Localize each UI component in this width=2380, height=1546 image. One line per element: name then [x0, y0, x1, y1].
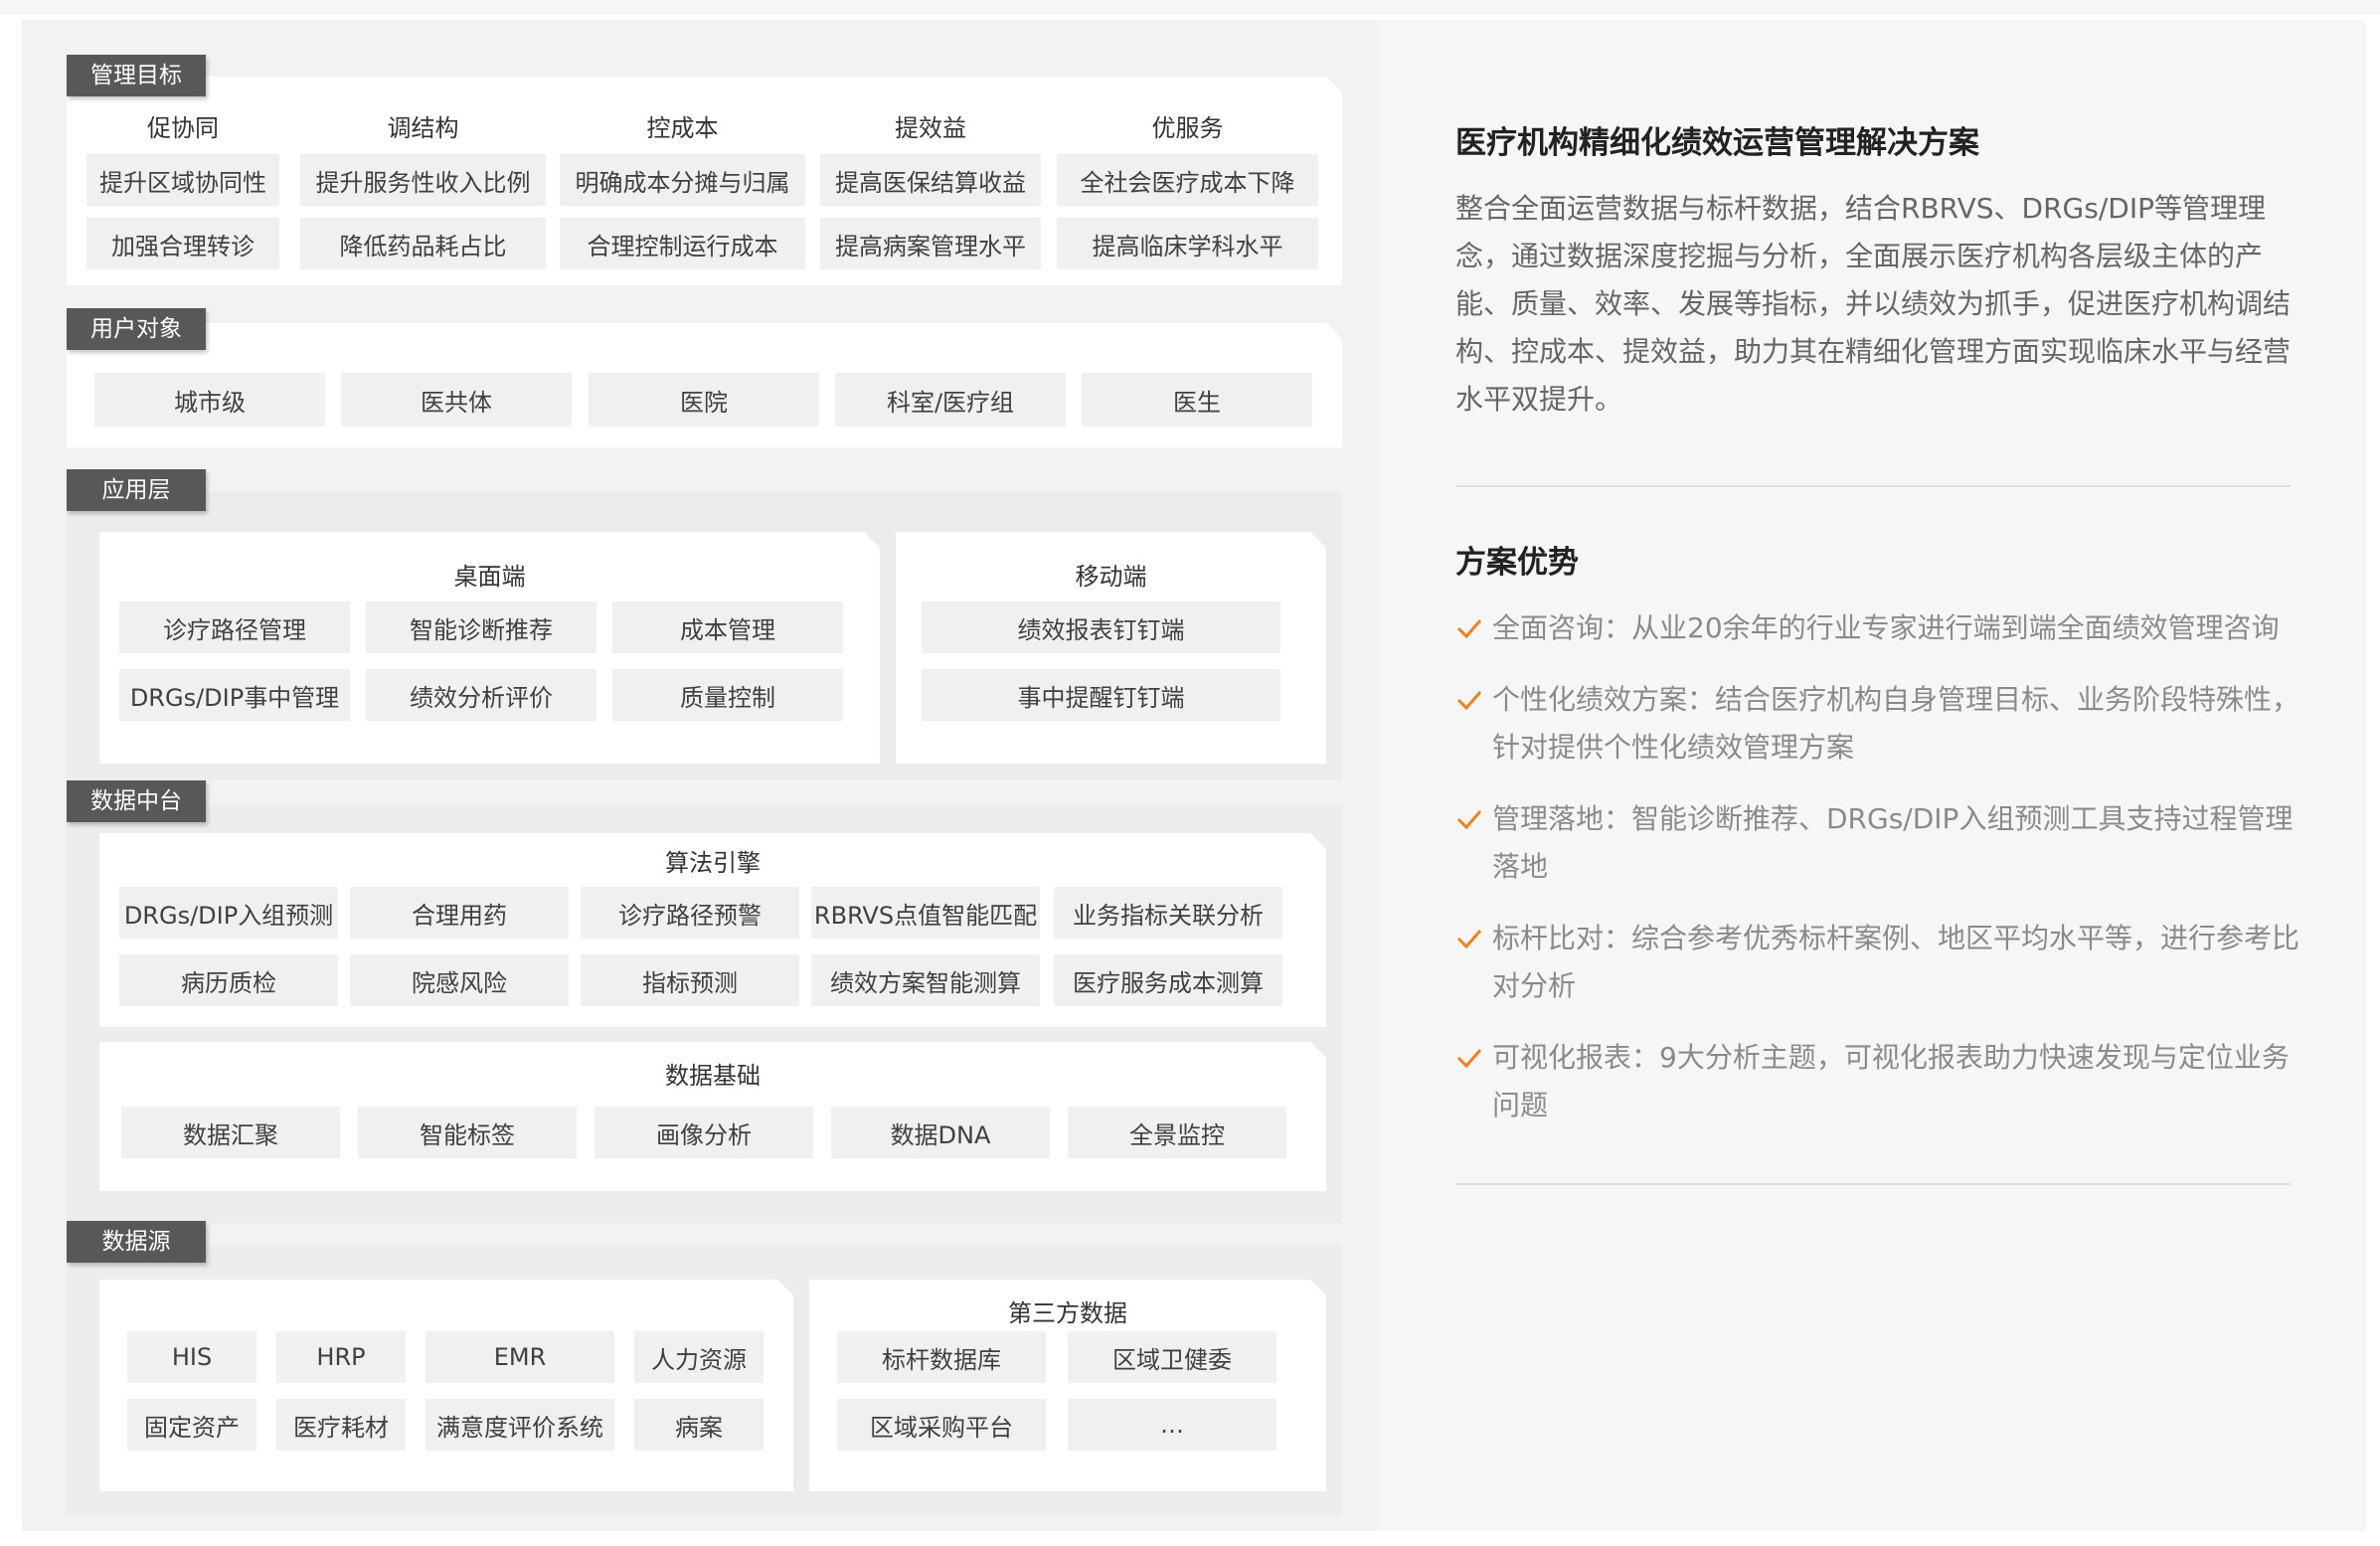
algorithm-item: 业务指标关联分析: [1054, 887, 1282, 939]
advantage-text: 可视化报表：9大分析主题，可视化报表助力快速发现与定位业务问题: [1492, 1041, 2290, 1121]
advantage-text: 管理落地：智能诊断推荐、DRGs/DIP入组预测工具支持过程管理落地: [1492, 802, 2294, 883]
advantage-item: 标杆比对：综合参考优秀标杆案例、地区平均水平等，进行参考比对分析: [1455, 915, 2300, 1010]
section-label-data-platform: 数据中台: [67, 780, 206, 822]
third-party-item: …: [1068, 1399, 1276, 1451]
goal-item: 提高病案管理水平: [820, 218, 1041, 269]
third-party-item: 区域卫健委: [1068, 1331, 1276, 1383]
advantage-item: 全面咨询：从业20余年的行业专家进行端到端全面绩效管理咨询: [1455, 604, 2300, 652]
advantage-item: 可视化报表：9大分析主题，可视化报表助力快速发现与定位业务问题: [1455, 1034, 2300, 1129]
mobile-card: 移动端 绩效报表钉钉端 事中提醒钉钉端: [896, 532, 1326, 764]
desktop-item: 绩效分析评价: [366, 669, 596, 721]
goal-item: 提升服务性收入比例: [300, 154, 546, 206]
mobile-item: 事中提醒钉钉端: [922, 669, 1280, 721]
goal-item: 提升区域协同性: [86, 154, 279, 206]
user-objects-card: 城市级 医共体 医院 科室/医疗组 医生: [67, 323, 1342, 447]
user-object-item: 科室/医疗组: [835, 373, 1066, 427]
goal-column-head: 优服务: [1151, 114, 1224, 142]
third-party-card: 第三方数据 标杆数据库 区域卫健委 区域采购平台 …: [809, 1280, 1326, 1491]
algorithm-item: 绩效方案智能测算: [811, 954, 1040, 1006]
algorithm-engine-card: 算法引擎 DRGs/DIP入组预测 合理用药 诊疗路径预警 RBRVS点值智能匹…: [99, 833, 1326, 1027]
goal-column-head: 控成本: [646, 114, 719, 142]
algorithm-item: 诊疗路径预警: [581, 887, 799, 939]
top-strip: [0, 0, 2380, 14]
goal-column-head: 促协同: [147, 114, 219, 142]
foundation-item: 数据DNA: [831, 1107, 1050, 1158]
third-party-item: 区域采购平台: [837, 1399, 1046, 1451]
user-object-item: 医共体: [341, 373, 572, 427]
goal-column-head: 调结构: [387, 114, 459, 142]
source-item: 病案: [634, 1399, 764, 1451]
desktop-item: 成本管理: [612, 601, 843, 653]
foundation-item: 数据汇聚: [121, 1107, 340, 1158]
goal-column-head: 提效益: [895, 114, 966, 142]
goal-item: 降低药品耗占比: [300, 218, 546, 269]
management-goals-card: 促协同 调结构 控成本 提效益 优服务 提升区域协同性 提升服务性收入比例 明确…: [67, 77, 1342, 285]
goal-item: 明确成本分摊与归属: [560, 154, 805, 206]
foundation-item: 智能标签: [358, 1107, 577, 1158]
check-icon: [1456, 619, 1482, 639]
algorithm-item: 合理用药: [350, 887, 569, 939]
source-item: HRP: [276, 1331, 406, 1383]
algorithm-item: DRGs/DIP入组预测: [119, 887, 338, 939]
data-foundation-title: 数据基础: [665, 1062, 761, 1090]
source-item: 医疗耗材: [276, 1399, 406, 1451]
check-icon: [1456, 691, 1482, 711]
solution-title: 医疗机构精细化绩效运营管理解决方案: [1455, 125, 1979, 161]
check-icon: [1456, 810, 1482, 830]
solution-description-panel: 医疗机构精细化绩效运营管理解决方案 整合全面运营数据与标杆数据，结合RBRVS、…: [1378, 20, 2366, 1531]
goal-item: 提高临床学科水平: [1057, 218, 1318, 269]
section-label-management-goals: 管理目标: [67, 55, 206, 96]
goal-item: 全社会医疗成本下降: [1057, 154, 1318, 206]
source-item: 人力资源: [634, 1331, 764, 1383]
mobile-title: 移动端: [1075, 563, 1147, 591]
desktop-item: 智能诊断推荐: [366, 601, 596, 653]
advantage-item: 个性化绩效方案：结合医疗机构自身管理目标、业务阶段特殊性，针对提供个性化绩效管理…: [1455, 676, 2300, 772]
divider: [1455, 485, 2291, 487]
user-object-item: 医生: [1082, 373, 1312, 427]
algorithm-item: 医疗服务成本测算: [1054, 954, 1282, 1006]
desktop-card: 桌面端 诊疗路径管理 智能诊断推荐 成本管理 DRGs/DIP事中管理 绩效分析…: [99, 532, 880, 764]
foundation-item: 全景监控: [1068, 1107, 1286, 1158]
source-item: 满意度评价系统: [425, 1399, 614, 1451]
desktop-item: 诊疗路径管理: [119, 601, 350, 653]
advantage-text: 全面咨询：从业20余年的行业专家进行端到端全面绩效管理咨询: [1492, 611, 2280, 644]
desktop-item: 质量控制: [612, 669, 843, 721]
foundation-item: 画像分析: [595, 1107, 813, 1158]
goal-item: 提高医保结算收益: [820, 154, 1041, 206]
section-label-data-source: 数据源: [67, 1221, 206, 1263]
section-label-app-layer: 应用层: [67, 469, 206, 511]
internal-source-card: HIS HRP EMR 人力资源 固定资产 医疗耗材 满意度评价系统 病案: [99, 1280, 793, 1491]
architecture-diagram: 促协同 调结构 控成本 提效益 优服务 提升区域协同性 提升服务性收入比例 明确…: [22, 20, 1379, 1531]
third-party-item: 标杆数据库: [837, 1331, 1046, 1383]
source-item: 固定资产: [127, 1399, 256, 1451]
mobile-item: 绩效报表钉钉端: [922, 601, 1280, 653]
advantages-title: 方案优势: [1455, 545, 1579, 581]
data-foundation-card: 数据基础 数据汇聚 智能标签 画像分析 数据DNA 全景监控: [99, 1042, 1326, 1191]
check-icon: [1456, 930, 1482, 949]
advantage-text: 个性化绩效方案：结合医疗机构自身管理目标、业务阶段特殊性，针对提供个性化绩效管理…: [1492, 683, 2300, 764]
section-label-user-objects: 用户对象: [67, 308, 206, 350]
advantage-item: 管理落地：智能诊断推荐、DRGs/DIP入组预测工具支持过程管理落地: [1455, 795, 2300, 891]
third-party-title: 第三方数据: [1008, 1299, 1127, 1327]
algorithm-item: 指标预测: [581, 954, 799, 1006]
check-icon: [1456, 1049, 1482, 1069]
source-item: HIS: [127, 1331, 256, 1383]
user-object-item: 医院: [589, 373, 819, 427]
goal-item: 加强合理转诊: [86, 218, 279, 269]
algorithm-engine-title: 算法引擎: [665, 849, 761, 877]
user-object-item: 城市级: [94, 373, 325, 427]
solution-description: 整合全面运营数据与标杆数据，结合RBRVS、DRGs/DIP等管理理念，通过数据…: [1455, 192, 2292, 416]
goal-item: 合理控制运行成本: [560, 218, 805, 269]
advantage-text: 标杆比对：综合参考优秀标杆案例、地区平均水平等，进行参考比对分析: [1492, 922, 2300, 1002]
divider: [1455, 1183, 2291, 1185]
algorithm-item: 病历质检: [119, 954, 338, 1006]
algorithm-item: 院感风险: [350, 954, 569, 1006]
algorithm-item: RBRVS点值智能匹配: [811, 887, 1040, 939]
desktop-item: DRGs/DIP事中管理: [119, 669, 350, 721]
source-item: EMR: [425, 1331, 614, 1383]
desktop-title: 桌面端: [453, 563, 526, 591]
